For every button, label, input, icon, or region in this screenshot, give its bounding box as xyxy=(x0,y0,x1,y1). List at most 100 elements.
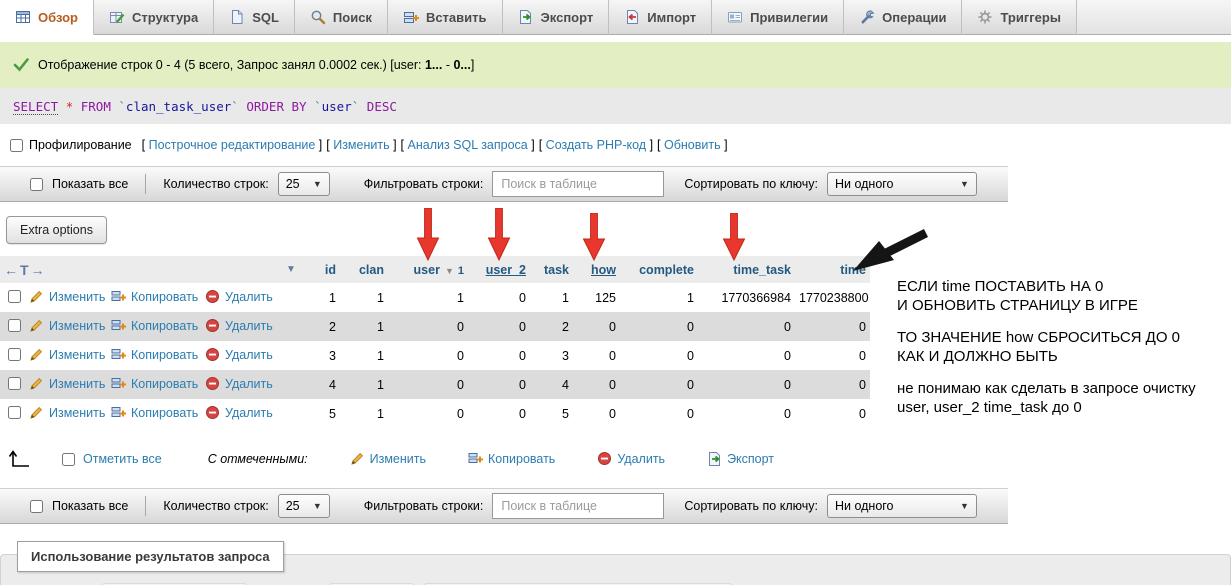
column-header-time[interactable]: time xyxy=(795,256,870,283)
column-header-user_2[interactable]: user_2 xyxy=(468,256,530,283)
cell-clan[interactable]: 1 xyxy=(340,399,388,428)
cell-how[interactable]: 0 xyxy=(573,399,620,428)
cell-user[interactable]: 0 xyxy=(388,312,468,341)
cell-user_2[interactable]: 0 xyxy=(468,341,530,370)
cell-time[interactable]: 0 xyxy=(795,370,870,399)
sql-token-keyword-link[interactable]: SELECT xyxy=(13,99,58,115)
cell-task[interactable]: 3 xyxy=(530,341,573,370)
inline-query-link[interactable]: Обновить xyxy=(664,138,721,152)
row-edit-button[interactable]: Изменить xyxy=(29,405,105,421)
row-edit-button[interactable]: Изменить xyxy=(29,289,105,305)
cell-time[interactable]: 1770238800 xyxy=(795,283,870,312)
row-delete-button[interactable]: Удалить xyxy=(205,376,273,392)
tab-insert[interactable]: Вставить xyxy=(388,0,503,35)
cell-task[interactable]: 1 xyxy=(530,283,573,312)
cell-clan[interactable]: 1 xyxy=(340,370,388,399)
row-copy-button[interactable]: Копировать xyxy=(111,376,198,392)
cell-time_task[interactable]: 1770366984 xyxy=(698,283,795,312)
cell-complete[interactable]: 1 xyxy=(620,283,698,312)
cell-time_task[interactable]: 0 xyxy=(698,370,795,399)
row-copy-button[interactable]: Копировать xyxy=(111,405,198,421)
table-search-input[interactable] xyxy=(492,171,664,197)
batch-edit-button[interactable]: Изменить xyxy=(350,451,426,467)
cell-id[interactable]: 5 xyxy=(304,399,340,428)
tab-import[interactable]: Импорт xyxy=(609,0,712,35)
cell-user_2[interactable]: 0 xyxy=(468,283,530,312)
cell-time[interactable]: 0 xyxy=(795,312,870,341)
cell-user[interactable]: 1 xyxy=(388,283,468,312)
tab-triggers[interactable]: Триггеры xyxy=(962,0,1076,35)
row-delete-button[interactable]: Удалить xyxy=(205,405,273,421)
cell-user[interactable]: 0 xyxy=(388,370,468,399)
batch-delete-button[interactable]: Удалить xyxy=(597,451,665,467)
column-header-time_task[interactable]: time_task xyxy=(698,256,795,283)
check-all-checkbox[interactable] xyxy=(62,453,75,466)
row-checkbox[interactable] xyxy=(8,377,21,390)
row-delete-button[interactable]: Удалить xyxy=(205,347,273,363)
cell-task[interactable]: 5 xyxy=(530,399,573,428)
column-header-complete[interactable]: complete xyxy=(620,256,698,283)
tab-operations[interactable]: Операции xyxy=(844,0,962,35)
inline-query-link[interactable]: Анализ SQL запроса xyxy=(408,138,528,152)
row-delete-button[interactable]: Удалить xyxy=(205,289,273,305)
tab-export[interactable]: Экспорт xyxy=(503,0,610,35)
row-checkbox[interactable] xyxy=(8,290,21,303)
column-header-task[interactable]: task xyxy=(530,256,573,283)
cell-time_task[interactable]: 0 xyxy=(698,341,795,370)
inline-query-link[interactable]: Построчное редактирование xyxy=(149,138,316,152)
cell-time_task[interactable]: 0 xyxy=(698,399,795,428)
tab-sql[interactable]: SQL xyxy=(214,0,295,35)
cell-user[interactable]: 0 xyxy=(388,341,468,370)
cell-how[interactable]: 0 xyxy=(573,312,620,341)
row-count-select[interactable]: 25▼ xyxy=(278,172,330,196)
cell-clan[interactable]: 1 xyxy=(340,283,388,312)
row-checkbox[interactable] xyxy=(8,348,21,361)
cell-how[interactable]: 125 xyxy=(573,283,620,312)
row-count-select[interactable]: 25▼ xyxy=(278,494,330,518)
tab-browse[interactable]: Обзор xyxy=(0,0,94,35)
sort-key-select[interactable]: Ни одного▼ xyxy=(827,494,977,518)
row-checkbox[interactable] xyxy=(8,319,21,332)
cell-time[interactable]: 0 xyxy=(795,399,870,428)
column-options-dropdown[interactable]: ▼ xyxy=(282,256,304,283)
cell-complete[interactable]: 0 xyxy=(620,399,698,428)
tab-privileges[interactable]: Привилегии xyxy=(712,0,844,35)
row-edit-button[interactable]: Изменить xyxy=(29,318,105,334)
extra-options-button[interactable]: Extra options xyxy=(6,216,107,244)
inline-query-link[interactable]: Создать PHP-код xyxy=(546,138,646,152)
cell-complete[interactable]: 0 xyxy=(620,370,698,399)
row-options-header[interactable]: ←Т→ xyxy=(0,256,282,283)
cell-task[interactable]: 4 xyxy=(530,370,573,399)
cell-complete[interactable]: 0 xyxy=(620,341,698,370)
row-edit-button[interactable]: Изменить xyxy=(29,376,105,392)
show-all-checkbox[interactable] xyxy=(30,500,43,513)
cell-how[interactable]: 0 xyxy=(573,341,620,370)
cell-complete[interactable]: 0 xyxy=(620,312,698,341)
column-header-how[interactable]: how xyxy=(573,256,620,283)
check-all-link[interactable]: Отметить все xyxy=(83,452,162,466)
cell-clan[interactable]: 1 xyxy=(340,341,388,370)
cell-task[interactable]: 2 xyxy=(530,312,573,341)
row-copy-button[interactable]: Копировать xyxy=(111,318,198,334)
column-header-clan[interactable]: clan xyxy=(340,256,388,283)
cell-id[interactable]: 3 xyxy=(304,341,340,370)
cell-clan[interactable]: 1 xyxy=(340,312,388,341)
cell-how[interactable]: 0 xyxy=(573,370,620,399)
row-copy-button[interactable]: Копировать xyxy=(111,347,198,363)
cell-user_2[interactable]: 0 xyxy=(468,399,530,428)
row-delete-button[interactable]: Удалить xyxy=(205,318,273,334)
table-search-input[interactable] xyxy=(492,493,664,519)
cell-time[interactable]: 0 xyxy=(795,341,870,370)
cell-time_task[interactable]: 0 xyxy=(698,312,795,341)
tab-search[interactable]: Поиск xyxy=(295,0,388,35)
column-header-user[interactable]: user▼1 xyxy=(388,256,468,283)
row-copy-button[interactable]: Копировать xyxy=(111,289,198,305)
cell-id[interactable]: 4 xyxy=(304,370,340,399)
column-header-id[interactable]: id xyxy=(304,256,340,283)
sort-key-select[interactable]: Ни одного▼ xyxy=(827,172,977,196)
inline-query-link[interactable]: Изменить xyxy=(333,138,389,152)
show-all-checkbox[interactable] xyxy=(30,178,43,191)
tab-structure[interactable]: Структура xyxy=(94,0,214,35)
cell-user[interactable]: 0 xyxy=(388,399,468,428)
batch-export-button[interactable]: Экспорт xyxy=(707,451,774,467)
